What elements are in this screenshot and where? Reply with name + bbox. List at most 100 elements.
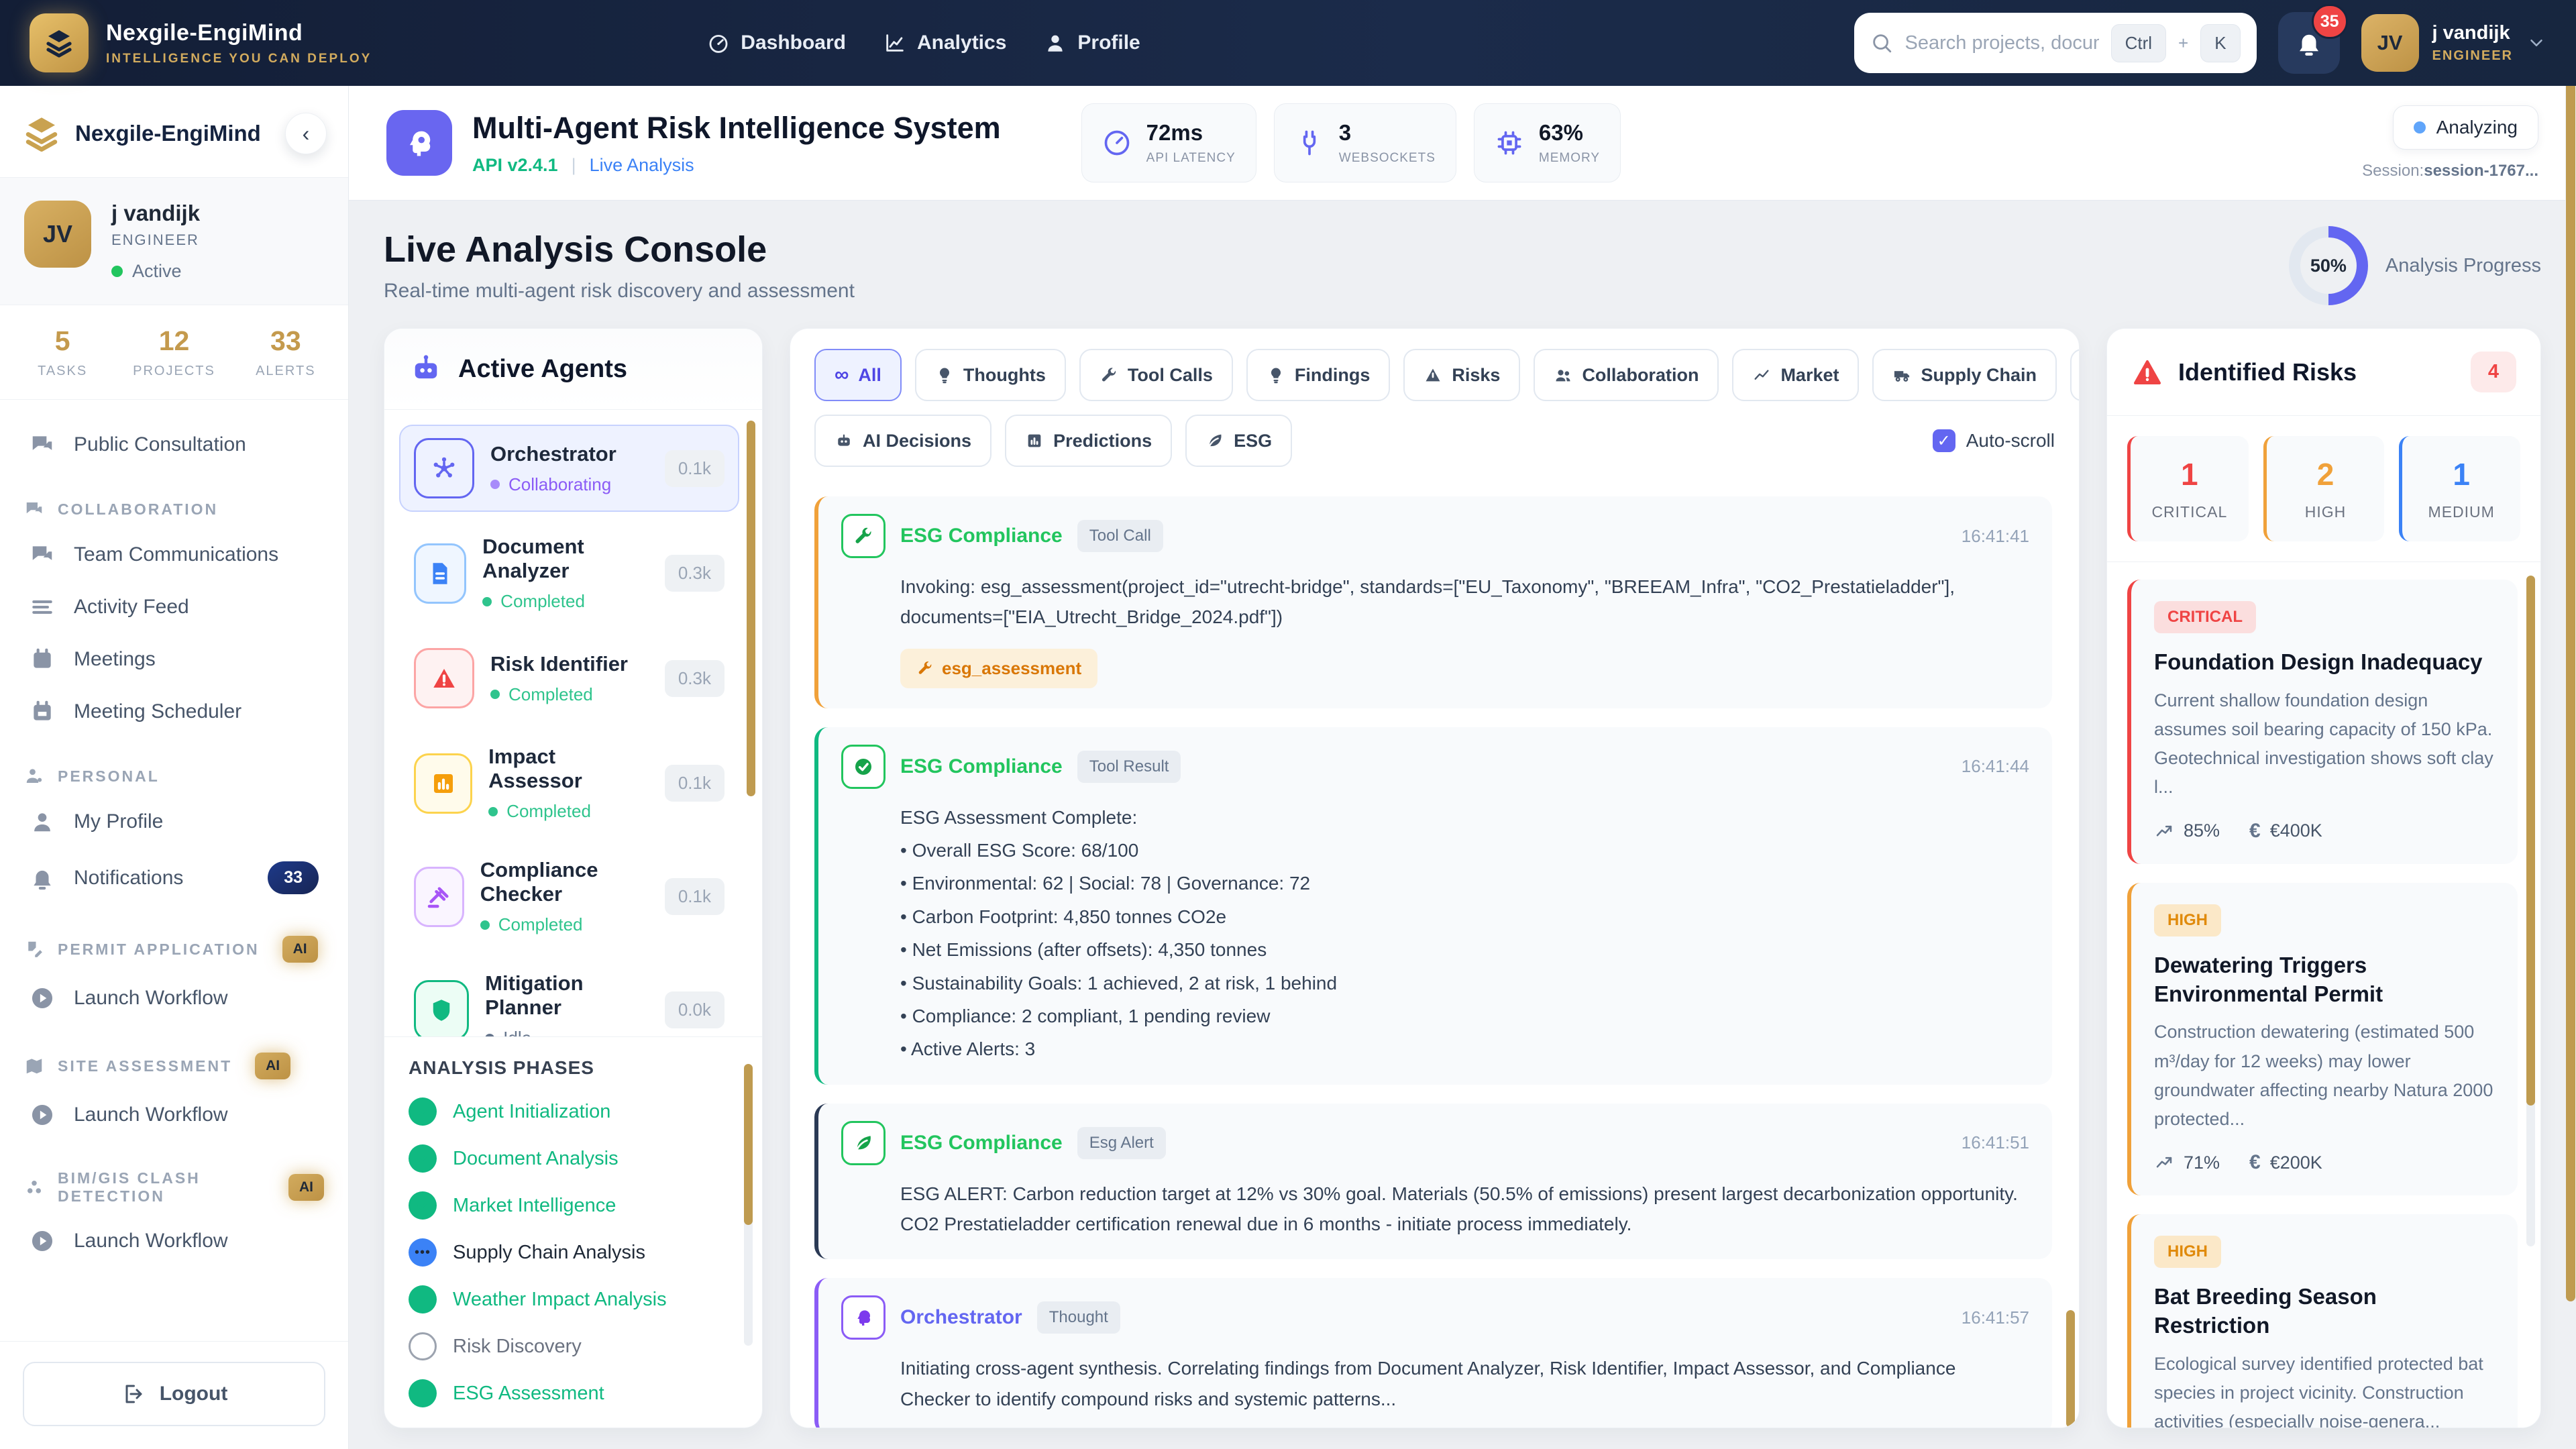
- user-menu[interactable]: JV j vandijk ENGINEER: [2361, 14, 2546, 72]
- sidebar-item-notifications[interactable]: Notifications 33: [20, 848, 328, 908]
- status-dot: [111, 266, 123, 277]
- pending-circle-icon: [409, 1332, 437, 1360]
- page-scrollbar-thumb[interactable]: [2566, 40, 2575, 1301]
- sidebar-item-launch-workflow-permit[interactable]: Launch Workflow: [20, 972, 328, 1024]
- filter-tool-calls[interactable]: Tool Calls: [1079, 349, 1233, 401]
- sidebar-item-meetings[interactable]: Meetings: [20, 633, 328, 686]
- filter-risks[interactable]: Risks: [1403, 349, 1521, 401]
- play-circle-icon: [30, 1228, 55, 1254]
- gauge-icon: [707, 32, 730, 54]
- phase-market-intelligence: Market Intelligence: [409, 1191, 738, 1220]
- risk-card-foundation[interactable]: CRITICAL Foundation Design Inadequacy Cu…: [2127, 580, 2518, 864]
- layers-icon: [21, 113, 62, 154]
- filter-findings[interactable]: Findings: [1246, 349, 1391, 401]
- feed-event-tool-call[interactable]: ESG Compliance Tool Call 16:41:41 Invoki…: [814, 496, 2052, 708]
- truck-icon: [1892, 366, 1911, 384]
- filter-supply-chain[interactable]: Supply Chain: [1872, 349, 2057, 401]
- chat-bubbles-icon: [30, 542, 55, 568]
- filter-weather[interactable]: Weather: [2070, 349, 2079, 401]
- warning-triangle-icon: [2131, 356, 2163, 388]
- filter-ai-decisions[interactable]: AI Decisions: [814, 415, 992, 467]
- event-time: 16:41:41: [1961, 525, 2029, 546]
- notification-count-badge: 35: [2311, 4, 2348, 39]
- nav-analytics[interactable]: Analytics: [883, 32, 1006, 54]
- feed-event-esg-alert[interactable]: ESG Compliance Esg Alert 16:41:51 ESG AL…: [814, 1103, 2052, 1260]
- search-icon: [1870, 32, 1893, 54]
- bar-chart-icon: [1025, 431, 1044, 450]
- agent-row-compliance-checker[interactable]: Compliance Checker Completed 0.1k: [399, 845, 739, 949]
- live-analysis-link[interactable]: Live Analysis: [590, 155, 694, 176]
- lightbulb-icon: [1267, 366, 1285, 384]
- agent-row-impact-assessor[interactable]: Impact Assessor Completed 0.1k: [399, 731, 739, 835]
- agent-row-orchestrator[interactable]: Orchestrator Collaborating 0.1k: [399, 425, 739, 512]
- section-personal: PERSONAL: [24, 766, 324, 786]
- brand-logo: [30, 13, 89, 72]
- sidebar-item-public-consultation[interactable]: Public Consultation: [20, 419, 328, 471]
- play-circle-icon: [30, 1102, 55, 1128]
- logout-icon: [121, 1382, 145, 1406]
- risk-cards-list: CRITICAL Foundation Design Inadequacy Cu…: [2107, 562, 2540, 1428]
- filter-market[interactable]: Market: [1732, 349, 1860, 401]
- summary-medium: 1 MEDIUM: [2399, 436, 2521, 541]
- phase-weather-impact-analysis: Weather Impact Analysis: [409, 1285, 738, 1313]
- autoscroll-toggle[interactable]: ✓ Auto-scroll: [1932, 429, 2055, 452]
- sidebar-item-meeting-scheduler[interactable]: Meeting Scheduler: [20, 686, 328, 738]
- sidebar-nav: Public Consultation COLLABORATION Team C…: [0, 400, 348, 1341]
- phase-supply-chain-analysis: ••• Supply Chain Analysis: [409, 1238, 738, 1267]
- severity-badge: HIGH: [2154, 1236, 2221, 1269]
- event-time: 16:41:44: [1961, 756, 2029, 777]
- event-feed: ESG Compliance Tool Call 16:41:41 Invoki…: [790, 484, 2079, 1428]
- filter-all[interactable]: ∞ All: [814, 349, 902, 401]
- chart-line-icon: [883, 32, 906, 54]
- search-input[interactable]: [1904, 32, 2099, 54]
- document-icon: [414, 543, 467, 604]
- stat-websockets: 3 WEBSOCKETS: [1273, 103, 1456, 182]
- plug-icon: [1295, 128, 1324, 158]
- section-bim-gis-clash-detection: BIM/GIS CLASH DETECTION AI: [24, 1169, 324, 1205]
- feed-event-tool-result[interactable]: ESG Compliance Tool Result 16:41:44 ESG …: [814, 727, 2052, 1085]
- sidebar-item-my-profile[interactable]: My Profile: [20, 796, 328, 848]
- sidebar-item-team-communications[interactable]: Team Communications: [20, 529, 328, 581]
- risk-card-bat-breeding[interactable]: HIGH Bat Breeding Season Restriction Eco…: [2127, 1214, 2518, 1428]
- section-site-assessment: SITE ASSESSMENT AI: [24, 1053, 324, 1079]
- nav-profile[interactable]: Profile: [1044, 32, 1140, 54]
- sidebar-stats: 5 TASKS 12 PROJECTS 33 ALERTS: [0, 305, 348, 400]
- phase-esg-assessment: ESG Assessment: [409, 1379, 738, 1407]
- agent-row-risk-identifier[interactable]: Risk Identifier Completed 0.3k: [399, 635, 739, 722]
- global-search[interactable]: Ctrl + K: [1854, 13, 2257, 73]
- logout-button[interactable]: Logout: [23, 1362, 325, 1426]
- brain-head-icon: [841, 1295, 885, 1340]
- agent-row-mitigation-planner[interactable]: Mitigation Planner Idle 0.0k: [399, 958, 739, 1036]
- feed-event-thought[interactable]: Orchestrator Thought 16:41:57 Initiating…: [814, 1278, 2052, 1428]
- risk-card-dewatering[interactable]: HIGH Dewatering Triggers Environmental P…: [2127, 882, 2518, 1196]
- sidebar-item-launch-workflow-site[interactable]: Launch Workflow: [20, 1089, 328, 1141]
- event-time: 16:41:51: [1961, 1132, 2029, 1153]
- filter-predictions[interactable]: Predictions: [1005, 415, 1173, 467]
- progress-ring: 50%: [2288, 226, 2368, 305]
- page-scrollbar-track[interactable]: [2565, 0, 2576, 1449]
- sidebar-item-activity-feed[interactable]: Activity Feed: [20, 581, 328, 633]
- calendar-check-icon: [30, 699, 55, 724]
- api-version: API v2.4.1: [472, 154, 558, 175]
- analysis-progress: 50% Analysis Progress: [2288, 226, 2541, 305]
- agents-scrollbar[interactable]: [747, 421, 755, 796]
- in-progress-icon: •••: [409, 1238, 437, 1267]
- user-role: ENGINEER: [2432, 48, 2513, 63]
- feed-scrollbar[interactable]: [2066, 1310, 2075, 1428]
- phases-scrollbar[interactable]: [744, 1064, 753, 1225]
- sidebar-item-launch-workflow-bim[interactable]: Launch Workflow: [20, 1215, 328, 1267]
- sidebar-user-role: ENGINEER: [111, 231, 199, 248]
- filter-thoughts[interactable]: Thoughts: [914, 349, 1066, 401]
- euro-icon: €: [2249, 1151, 2261, 1174]
- sidebar-collapse-button[interactable]: ‹: [285, 113, 327, 154]
- filter-collaboration[interactable]: Collaboration: [1534, 349, 1719, 401]
- shield-icon: [414, 979, 470, 1036]
- nav-dashboard[interactable]: Dashboard: [707, 32, 846, 54]
- identified-risks-panel: Identified Risks 4 1 CRITICAL 2 HIGH 1 M…: [2106, 328, 2541, 1428]
- notifications-button[interactable]: 35: [2277, 4, 2348, 74]
- trend-icon: [1752, 366, 1771, 384]
- agent-row-document-analyzer[interactable]: Document Analyzer Completed 0.3k: [399, 521, 739, 625]
- risks-scrollbar[interactable]: [2526, 576, 2535, 1106]
- filter-esg[interactable]: ESG: [1185, 415, 1293, 467]
- molecule-icon: [24, 1177, 44, 1197]
